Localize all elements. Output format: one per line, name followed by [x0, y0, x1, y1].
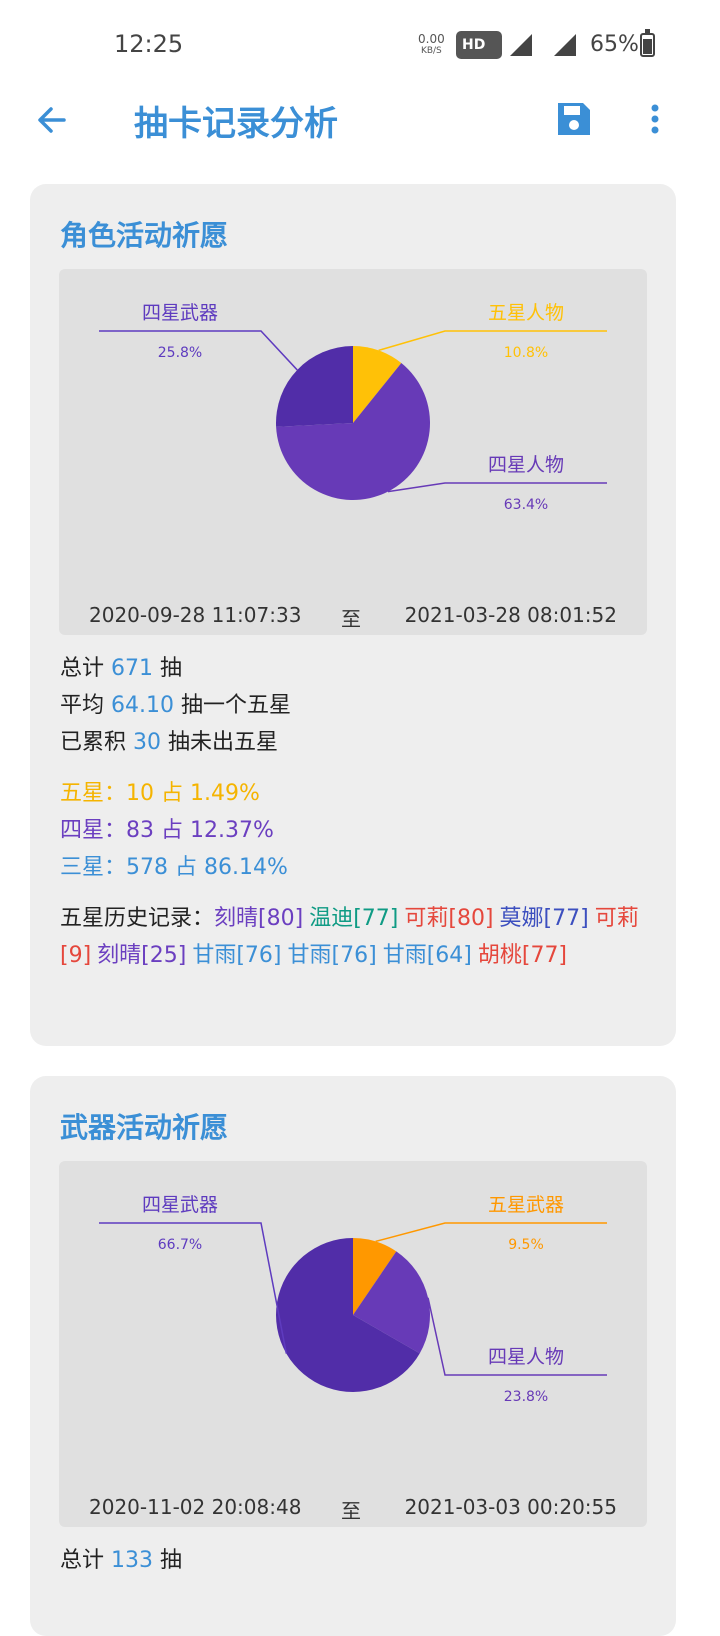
slice-label: 四星人物	[488, 1346, 564, 1368]
date-from: 2020-09-28 11:07:33	[89, 603, 302, 627]
slice-label: 四星武器	[142, 1194, 218, 1216]
character-wish-card: 角色活动祈愿 五星人物 10.8% 四星人物 63.4% 四星武器 25.8% 2020-…	[30, 184, 676, 1046]
slice-percent: 25.8%	[158, 345, 202, 361]
average-pulls: 平均 64.10 抽一个五星	[60, 693, 291, 718]
history-entry: 温迪[77]	[309, 906, 399, 931]
slice-percent: 66.7%	[158, 1237, 202, 1253]
history-entry: 甘雨[64]	[382, 943, 472, 968]
summary-stats: 总计 133 抽	[60, 1542, 646, 1579]
four-star-stat: 四星：83 占 12.37%	[60, 818, 274, 843]
arrow-left-icon[interactable]	[34, 102, 70, 138]
save-icon[interactable]	[555, 100, 593, 138]
more-vert-icon[interactable]	[640, 100, 670, 138]
history-label: 五星历史记录：	[60, 906, 215, 931]
total-pulls: 总计 671 抽	[60, 656, 182, 681]
net-speed-value: 0.00	[418, 32, 445, 46]
slice-label: 四星人物	[488, 454, 564, 476]
history-entry: 刻晴[80]	[214, 906, 304, 931]
pie-chart-svg: 五星人物 10.8% 四星人物 63.4% 四星武器 25.8%	[99, 302, 607, 513]
date-to: 2021-03-03 00:20:55	[404, 1495, 617, 1519]
battery-percent: 65%	[590, 32, 639, 57]
signal-icon-2	[554, 34, 576, 56]
leader-line	[387, 482, 607, 493]
page-title: 抽卡记录分析	[134, 104, 338, 144]
date-from: 2020-11-02 20:08:48	[89, 1495, 302, 1519]
rarity-breakdown: 五星：10 占 1.49% 四星：83 占 12.37% 三星：578 占 86…	[60, 775, 646, 886]
date-separator: 至	[341, 1499, 361, 1523]
status-bar: 12:25 0.00 KB/S HD 65%	[0, 0, 720, 92]
total-pulls: 总计 133 抽	[60, 1548, 182, 1573]
history-entry: 刻晴[25]	[97, 943, 187, 968]
five-star-stat: 五星：10 占 1.49%	[60, 781, 260, 806]
slice-label: 五星武器	[488, 1194, 564, 1216]
pity-count: 已累积 30 抽未出五星	[60, 730, 278, 755]
history-entry: 胡桃[77]	[477, 943, 568, 968]
slice-percent: 23.8%	[504, 1389, 548, 1405]
card-heading: 角色活动祈愿	[60, 219, 229, 252]
summary-stats: 总计 671 抽 平均 64.10 抽一个五星 已累积 30 抽未出五星	[60, 650, 646, 761]
slice-label: 四星武器	[142, 302, 218, 324]
history-entry: 甘雨[76]	[287, 943, 377, 968]
battery-icon	[640, 29, 655, 57]
slice-percent: 9.5%	[508, 1237, 544, 1253]
weapon-wish-card: 武器活动祈愿 五星武器 9.5% 四星人物 23.8% 四星武器 66.7% 2020-1…	[30, 1076, 676, 1636]
three-star-stat: 三星：578 占 86.14%	[60, 855, 288, 880]
date-separator: 至	[341, 607, 361, 631]
pie-slice	[276, 346, 353, 427]
net-speed-unit: KB/S	[420, 46, 442, 56]
slice-percent: 10.8%	[504, 345, 548, 361]
history-entry: 莫娜[77]	[499, 906, 589, 931]
slice-percent: 63.4%	[504, 497, 548, 513]
pie-chart: 五星人物 10.8% 四星人物 63.4% 四星武器 25.8% 2020-09-28 1…	[59, 269, 647, 635]
net-speed: 0.00 KB/S	[418, 33, 445, 57]
status-time: 12:25	[114, 30, 184, 58]
slice-label: 五星人物	[488, 302, 564, 324]
pie-chart: 五星武器 9.5% 四星人物 23.8% 四星武器 66.7% 2020-11-02 20…	[59, 1161, 647, 1527]
signal-icon	[510, 34, 532, 56]
history-entry: 可莉[80]	[404, 906, 494, 931]
leader-line	[375, 1222, 607, 1243]
app-bar: 抽卡记录分析	[0, 92, 720, 154]
card-heading: 武器活动祈愿	[60, 1111, 229, 1144]
five-star-history: 五星历史记录：刻晴[80] 温迪[77] 可莉[80] 莫娜[77] 可莉[9] 刻晴[2…	[60, 900, 656, 974]
leader-line	[378, 330, 607, 352]
pie-chart-svg: 五星武器 9.5% 四星人物 23.8% 四星武器 66.7%	[99, 1194, 607, 1405]
date-to: 2021-03-28 08:01:52	[404, 603, 617, 627]
history-entry: 甘雨[76]	[192, 943, 282, 968]
hd-badge: HD	[456, 31, 502, 59]
